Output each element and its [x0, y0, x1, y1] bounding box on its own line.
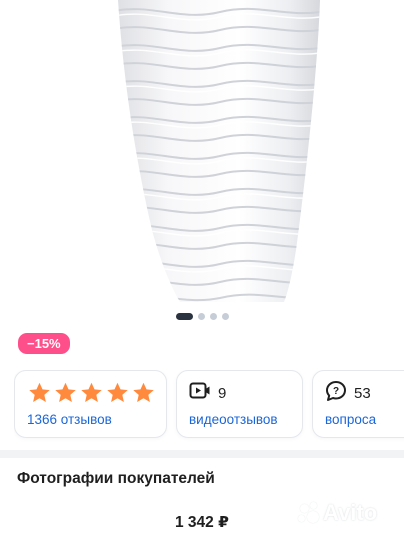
pagination-dot[interactable] [209, 313, 217, 320]
svg-text:?: ? [333, 386, 339, 397]
product-gallery[interactable] [0, 0, 404, 330]
section-divider [0, 450, 404, 458]
rating-card[interactable]: 1366 отзывов [14, 370, 167, 438]
questions-link[interactable]: вопроса [325, 412, 404, 427]
question-bubble-icon: ? [325, 380, 347, 407]
customer-photos-title[interactable]: Фотографии покупателей [17, 470, 215, 488]
avito-wordmark: Avito [323, 500, 378, 525]
video-reviews-card[interactable]: 9 видеоотзывов [176, 370, 303, 438]
questions-card[interactable]: ? 53 вопроса [312, 370, 404, 438]
video-reviews-link[interactable]: видеоотзывов [189, 412, 290, 427]
star-icon [27, 381, 52, 405]
star-icon [105, 381, 130, 405]
gallery-pagination [0, 313, 404, 320]
summary-cards: 1366 отзывов 9 видеоотзывов ? 53 вопроса [14, 370, 404, 442]
avito-watermark: Avito [298, 500, 377, 526]
pagination-dot[interactable] [221, 313, 229, 320]
video-reviews-count: 9 [218, 384, 227, 402]
star-icon [131, 381, 156, 405]
rating-stars [27, 380, 154, 406]
star-icon [79, 381, 104, 405]
discount-badge: −15% [18, 333, 70, 354]
pagination-dot[interactable] [197, 313, 205, 320]
reviews-link[interactable]: 1366 отзывов [27, 412, 154, 427]
star-icon [53, 381, 78, 405]
price-label: 1 342 ₽ [175, 514, 229, 531]
product-image [118, 0, 320, 302]
questions-count: 53 [354, 384, 371, 402]
video-icon [189, 381, 211, 406]
pagination-dot-active[interactable] [175, 313, 193, 320]
avito-logo-icon [298, 502, 320, 524]
